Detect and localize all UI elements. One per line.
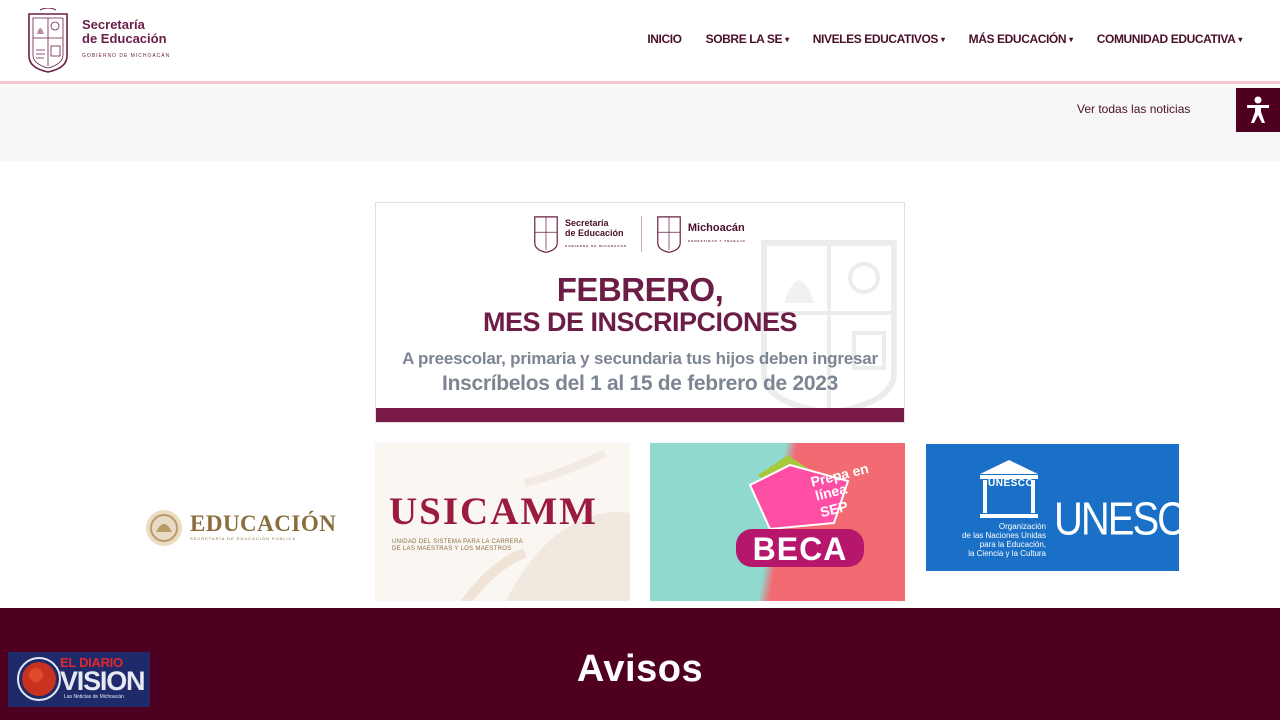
partner-educacion[interactable]: EDUCACIÓN SECRETARÍA DE EDUCACIÓN PÚBLIC…: [130, 443, 350, 601]
unesco-org-line-1: Organización: [998, 522, 1046, 531]
brand-logo[interactable]: Secretaría de Educación GOBIERNO DE MICH…: [26, 8, 170, 76]
page: Secretaría de Educación GOBIERNO DE MICH…: [0, 0, 1280, 720]
unesco-emblem-text: UNESCO: [988, 478, 1034, 489]
nav-item-niveles-educativos[interactable]: NIVELES EDUCATIVOS ▾: [813, 32, 945, 46]
banner-logos: Secretaría de Educación GOBIERNO DE MICH…: [533, 214, 746, 254]
banner-subtitle: A preescolar, primaria y secundaria tus …: [402, 349, 878, 368]
brand-line-2: de Educación: [82, 31, 167, 46]
banner-title-2: MES DE INSCRIPCIONES: [482, 307, 798, 337]
nav-item-comunidad-educativa[interactable]: COMUNIDAD EDUCATIVA ▾: [1096, 32, 1243, 46]
watermark-line-2: VISION: [60, 666, 146, 696]
banner-logo-michoacan: Michoacán HONESTIDAD Y TRABAJO: [687, 221, 746, 246]
beca-badge: BECA: [752, 531, 848, 567]
caret-down-icon: ▾: [1069, 34, 1073, 44]
banner-bar: [376, 408, 904, 422]
eagle-seal-icon: [146, 510, 182, 546]
usicamm-subtitle-2: DE LAS MAESTRAS Y LOS MAESTROS: [392, 546, 512, 552]
banner-logo-secretaria: Secretaría de Educación GOBIERNO DE MICH…: [565, 218, 627, 251]
nav-label: INICIO: [647, 32, 682, 46]
caret-down-icon: ▾: [1238, 34, 1242, 44]
banner-dates: Inscríbelos del 1 al 15 de febrero de 20…: [442, 372, 838, 395]
banner-logo-sub: HONESTIDAD Y TRABAJO: [687, 238, 746, 243]
watermark-line-3: Las Noticias de Michoacán: [64, 694, 124, 700]
accessibility-button[interactable]: [1236, 88, 1280, 132]
banner-logo-line-2: de Educación: [565, 227, 624, 238]
partner-beca[interactable]: Prepa en línea SEP BECA: [650, 443, 905, 601]
banner-title-1: FEBRERO,: [556, 271, 724, 308]
caret-down-icon: ▾: [785, 34, 789, 44]
vision-logo-icon: [17, 657, 61, 701]
unesco-name: UNESCO: [1054, 494, 1179, 545]
unesco-org-line-3: para la Educación,: [979, 540, 1046, 549]
banner-logo-sub: GOBIERNO DE MICHOACÁN: [565, 243, 627, 248]
unesco-org-line-4: la Ciencia y la Cultura: [968, 549, 1046, 558]
unesco-temple-icon: [980, 460, 1038, 518]
usicamm-subtitle-1: UNIDAD DEL SISTEMA PARA LA CARRERA: [392, 539, 523, 545]
news-strip: Ver todas las noticias: [0, 87, 1280, 161]
partner-unesco[interactable]: UNESCO Organización de las Naciones Unid…: [926, 444, 1179, 571]
el-diario-vision-watermark: EL DIARIO VISION Las Noticias de Michoac…: [8, 652, 150, 707]
logo-divider: [640, 216, 642, 252]
accessibility-icon: [1247, 96, 1269, 123]
partner-usicamm[interactable]: USICAMM UNIDAD DEL SISTEMA PARA LA CARRE…: [375, 443, 630, 601]
crest-icon: [657, 216, 681, 253]
all-news-link[interactable]: Ver todas las noticias: [1077, 102, 1190, 116]
crest-icon: [534, 216, 558, 253]
nav-label: MÁS EDUCACIÓN: [968, 32, 1067, 46]
nav-item-mas-educacion[interactable]: MÁS EDUCACIÓN ▾: [969, 32, 1073, 46]
brand-subtitle: GOBIERNO DE MICHOACÁN: [82, 53, 171, 59]
nav-label: NIVELES EDUCATIVOS: [812, 32, 939, 46]
nav-item-inicio[interactable]: INICIO: [647, 32, 682, 46]
brand-text: Secretaría de Educación GOBIERNO DE MICH…: [82, 17, 171, 60]
banner-logo-name: Michoacán: [687, 221, 745, 234]
educacion-subtitle: SECRETARÍA DE EDUCACIÓN PÚBLICA: [190, 536, 297, 541]
nav-item-sobre-la-se[interactable]: SOBRE LA SE ▾: [705, 32, 790, 46]
unesco-org-line-2: de las Naciones Unidas: [961, 531, 1046, 540]
site-header: Secretaría de Educación GOBIERNO DE MICH…: [0, 0, 1280, 84]
banner-logo-line-1: Secretaría: [565, 217, 609, 228]
brand-line-1: Secretaría: [82, 17, 145, 32]
inscriptions-banner[interactable]: Secretaría de Educación GOBIERNO DE MICH…: [375, 202, 905, 423]
crest-icon: [28, 8, 68, 73]
unesco-org-text: Organización de las Naciones Unidas para…: [926, 522, 1046, 558]
main-nav: INICIO SOBRE LA SE ▾ NIVELES EDUCATIVOS …: [647, 32, 1242, 46]
notices-section: Avisos: [0, 608, 1280, 720]
nav-label: SOBRE LA SE: [705, 32, 783, 46]
educacion-title: EDUCACIÓN: [190, 511, 337, 536]
notices-title: Avisos: [576, 648, 704, 690]
nav-label: COMUNIDAD EDUCATIVA: [1096, 32, 1236, 46]
usicamm-title: USICAMM: [389, 490, 598, 533]
caret-down-icon: ▾: [941, 34, 945, 44]
